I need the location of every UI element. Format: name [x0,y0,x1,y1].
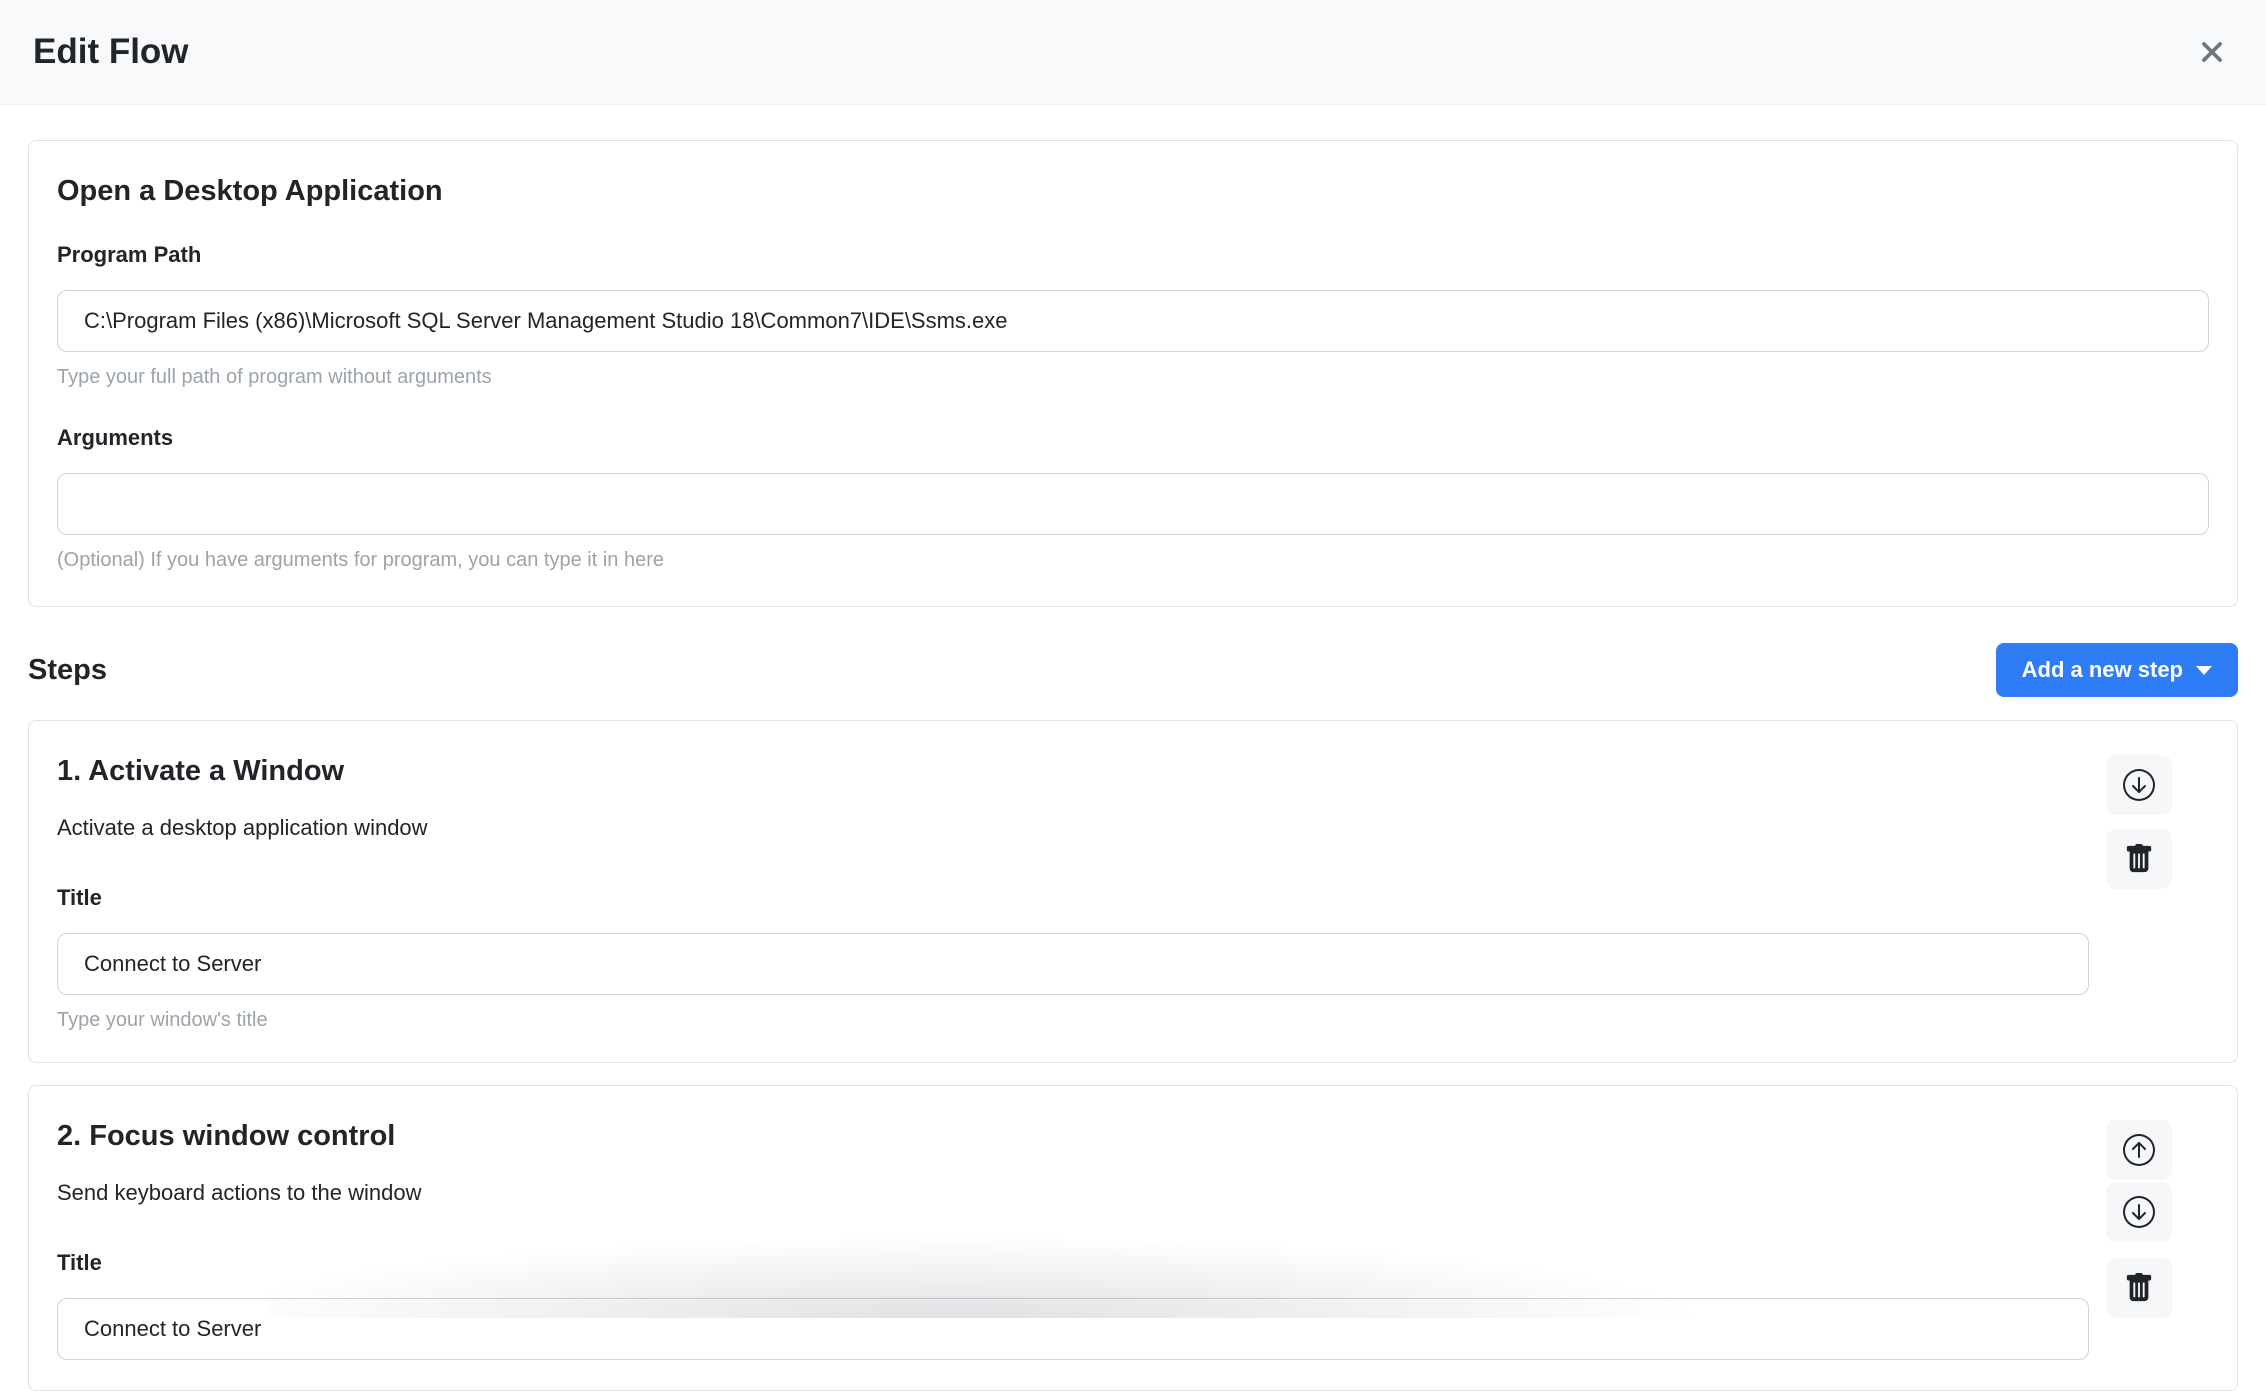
modal-header: Edit Flow [0,0,2266,105]
modal-body: Open a Desktop Application Program Path … [0,105,2266,1391]
arrow-down-circle-icon [2123,1196,2155,1228]
step-2-actions [2106,1120,2172,1360]
open-application-card: Open a Desktop Application Program Path … [28,140,2238,607]
step-card-1: 1. Activate a Window Activate a desktop … [28,720,2238,1063]
trash-icon [2124,844,2154,874]
step-1-actions [2106,755,2172,1032]
step-1-field-help: Type your window's title [57,1009,2089,1032]
step-1-description: Activate a desktop application window [57,815,2089,841]
step-1-content: 1. Activate a Window Activate a desktop … [57,755,2089,1032]
step-1-title: 1. Activate a Window [57,755,2089,788]
arguments-field: Arguments (Optional) If you have argumen… [57,425,2209,572]
step-2-field-label: Title [57,1250,2089,1276]
step-1-field-label: Title [57,885,2089,911]
program-path-field: Program Path Type your full path of prog… [57,242,2209,389]
steps-header-row: Steps Add a new step [28,643,2238,697]
step-card-2: 2. Focus window control Send keyboard ac… [28,1085,2238,1391]
arrow-up-circle-icon [2123,1134,2155,1166]
step-2-title: 2. Focus window control [57,1120,2089,1153]
step-2-title-field: Title [57,1250,2089,1360]
arguments-label: Arguments [57,425,2209,451]
step-1-title-input[interactable] [57,933,2089,995]
card-title: Open a Desktop Application [57,175,2209,208]
close-button[interactable] [2188,28,2236,76]
step-2-title-input[interactable] [57,1298,2089,1360]
arguments-help: (Optional) If you have arguments for pro… [57,549,2209,572]
chevron-down-icon [2196,666,2212,675]
close-icon [2195,35,2229,69]
step-2-description: Send keyboard actions to the window [57,1180,2089,1206]
add-new-step-button[interactable]: Add a new step [1996,643,2238,697]
step-1-title-field: Title Type your window's title [57,885,2089,1032]
program-path-label: Program Path [57,242,2209,268]
step-1-move-down-button[interactable] [2106,755,2172,815]
program-path-input[interactable] [57,290,2209,352]
steps-heading: Steps [28,654,107,687]
trash-icon [2124,1273,2154,1303]
step-2-delete-button[interactable] [2106,1258,2172,1318]
arguments-input[interactable] [57,473,2209,535]
page-title: Edit Flow [33,32,189,72]
step-1-delete-button[interactable] [2106,829,2172,889]
step-2-move-down-button[interactable] [2106,1182,2172,1242]
step-2-content: 2. Focus window control Send keyboard ac… [57,1120,2089,1360]
program-path-help: Type your full path of program without a… [57,366,2209,389]
add-new-step-label: Add a new step [2022,657,2183,683]
arrow-down-circle-icon [2123,769,2155,801]
step-2-move-up-button[interactable] [2106,1120,2172,1180]
